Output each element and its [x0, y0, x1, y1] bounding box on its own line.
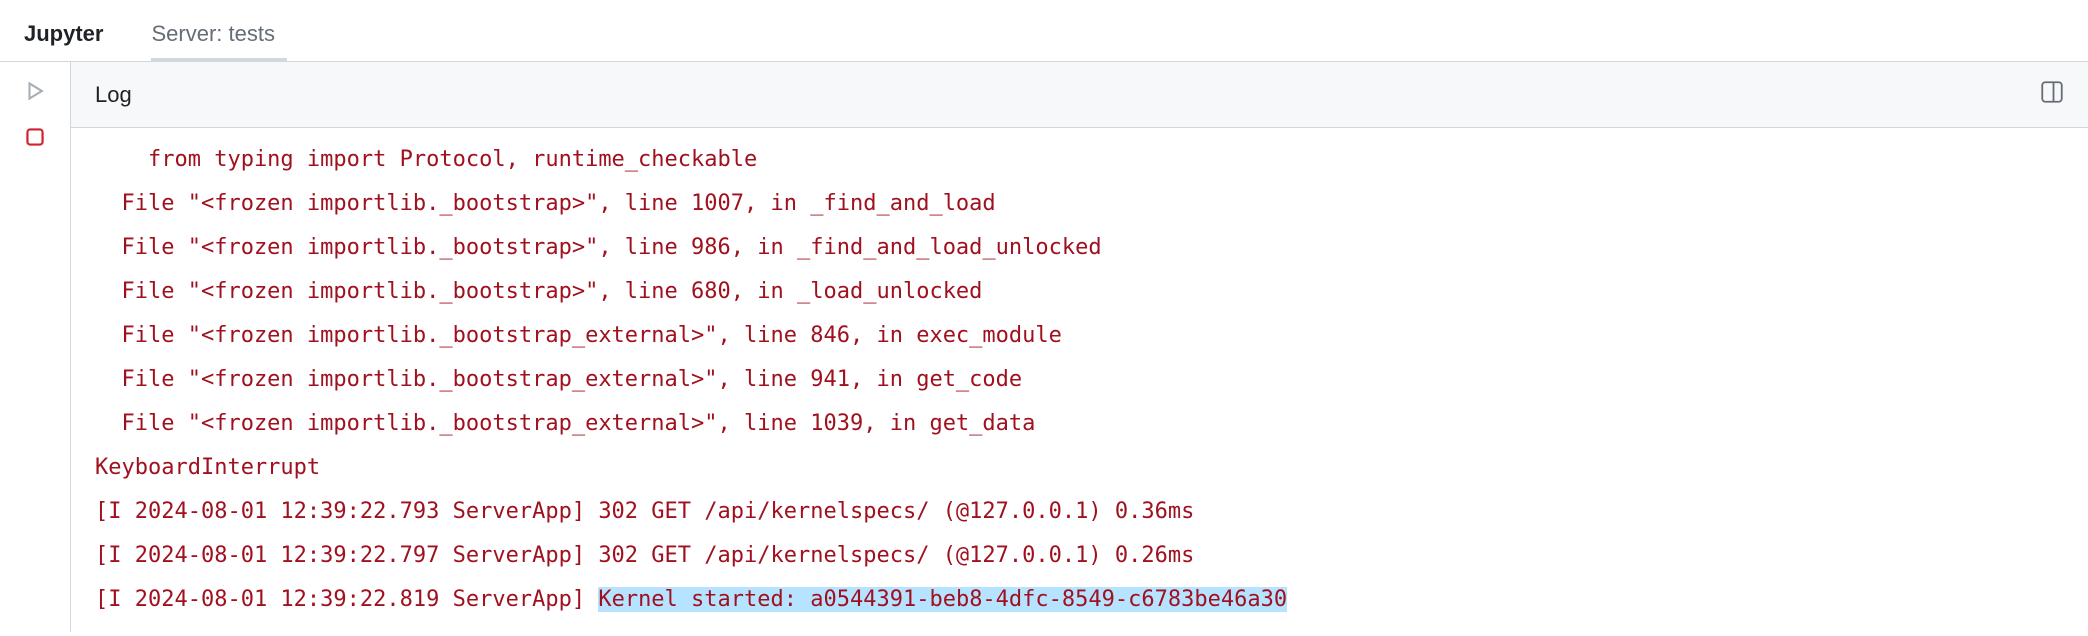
tab-bar: Jupyter Server: tests: [0, 0, 2088, 62]
tab-jupyter[interactable]: Jupyter: [0, 7, 127, 61]
log-panel: Log from typing import Protocol, runtime…: [70, 62, 2088, 636]
log-line: [I 2024-08-01 12:39:22.793 ServerApp] 30…: [95, 490, 2064, 534]
log-line: [I 2024-08-01 12:39:22.797 ServerApp] 30…: [95, 534, 2064, 578]
run-icon[interactable]: [24, 80, 46, 102]
content-row: Log from typing import Protocol, runtime…: [0, 62, 2088, 636]
cell-gutter: [0, 62, 70, 636]
log-line: [I 2024-08-01 12:39:22.819 ServerApp] Ke…: [95, 578, 2064, 622]
log-output[interactable]: from typing import Protocol, runtime_che…: [70, 128, 2088, 632]
log-line: File "<frozen importlib._bootstrap_exter…: [95, 314, 2064, 358]
stop-icon[interactable]: [24, 126, 46, 148]
log-line: File "<frozen importlib._bootstrap>", li…: [95, 270, 2064, 314]
tab-server-tests[interactable]: Server: tests: [127, 7, 298, 61]
log-line: KeyboardInterrupt: [95, 446, 2064, 490]
log-title: Log: [95, 82, 132, 108]
log-highlight: Kernel started: a0544391-beb8-4dfc-8549-…: [598, 587, 1287, 612]
log-header: Log: [70, 62, 2088, 128]
log-line: File "<frozen importlib._bootstrap>", li…: [95, 226, 2064, 270]
panel-layout-icon[interactable]: [2040, 80, 2064, 109]
log-line: File "<frozen importlib._bootstrap>", li…: [95, 182, 2064, 226]
log-line: File "<frozen importlib._bootstrap_exter…: [95, 358, 2064, 402]
log-line: from typing import Protocol, runtime_che…: [95, 138, 2064, 182]
log-line: File "<frozen importlib._bootstrap_exter…: [95, 402, 2064, 446]
